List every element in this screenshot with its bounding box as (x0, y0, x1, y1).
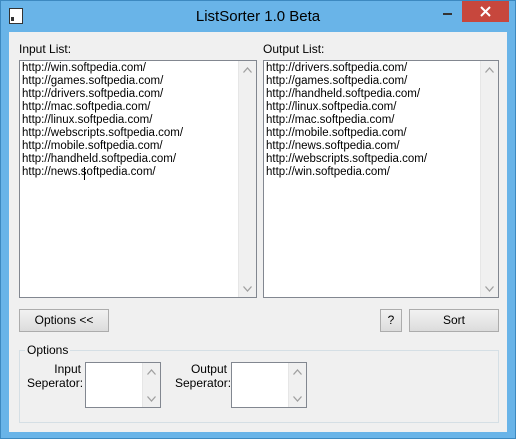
output-list-scrollbar[interactable] (480, 61, 498, 297)
output-separator-scrollbar[interactable] (288, 363, 306, 407)
client-area: Input List: http://win.softpedia.com/htt… (9, 32, 507, 432)
text-caret (84, 167, 85, 180)
list-line: http://drivers.softpedia.com/ (22, 88, 164, 100)
scroll-down-icon[interactable] (481, 280, 498, 297)
list-line: http://news.softpedia.com/ (266, 140, 400, 152)
list-line: http://handheld.softpedia.com/ (22, 153, 177, 165)
list-line: http://webscripts.softpedia.com/ (22, 127, 184, 139)
output-separator-field[interactable] (231, 362, 307, 408)
list-line: http://news.softpedia.com/ (22, 166, 156, 178)
list-line: http://mac.softpedia.com/ (266, 114, 395, 126)
scroll-down-icon[interactable] (289, 390, 306, 407)
help-button[interactable]: ? (380, 309, 402, 332)
scroll-up-icon[interactable] (481, 61, 498, 78)
minimize-icon (443, 13, 452, 15)
options-group-title: Options (25, 343, 71, 357)
output-list-textbox[interactable]: http://drivers.softpedia.com/http://game… (263, 60, 499, 298)
scroll-down-icon[interactable] (143, 390, 160, 407)
list-line: http://mac.softpedia.com/ (22, 101, 151, 113)
app-window: ListSorter 1.0 Beta Input List: http://w… (0, 0, 516, 439)
list-line: http://win.softpedia.com/ (266, 166, 391, 178)
output-separator-label-line2: Seperator: (175, 376, 232, 390)
close-button[interactable] (462, 1, 509, 22)
scroll-up-icon[interactable] (239, 61, 256, 78)
minimize-button[interactable] (435, 1, 461, 22)
list-line: http://games.softpedia.com/ (22, 75, 164, 87)
list-line: http://mobile.softpedia.com/ (266, 127, 407, 139)
list-line: http://linux.softpedia.com/ (22, 114, 153, 126)
list-line: http://games.softpedia.com/ (266, 75, 408, 87)
sort-button[interactable]: Sort (409, 309, 499, 332)
output-list-label: Output List: (263, 42, 325, 56)
list-line: http://webscripts.softpedia.com/ (266, 153, 428, 165)
list-line: http://linux.softpedia.com/ (266, 101, 397, 113)
input-list-textbox[interactable]: http://win.softpedia.com/http://games.so… (19, 60, 257, 298)
input-separator-label-line1: Input (54, 362, 81, 376)
scroll-up-icon[interactable] (143, 363, 160, 380)
output-separator-label-line1: Output (190, 362, 227, 376)
input-list-label: Input List: (19, 42, 72, 56)
input-list-scrollbar[interactable] (238, 61, 256, 297)
output-list-content[interactable]: http://drivers.softpedia.com/http://game… (266, 62, 480, 296)
list-line: http://win.softpedia.com/ (22, 62, 147, 74)
input-separator-scrollbar[interactable] (142, 363, 160, 407)
list-line: http://drivers.softpedia.com/ (266, 62, 408, 74)
input-list-content[interactable]: http://win.softpedia.com/http://games.so… (22, 62, 238, 296)
output-separator-label: Output Seperator: (175, 362, 232, 390)
list-line: http://mobile.softpedia.com/ (22, 140, 163, 152)
input-separator-field[interactable] (85, 362, 161, 408)
scroll-down-icon[interactable] (239, 280, 256, 297)
options-toggle-button[interactable]: Options << (19, 309, 109, 332)
close-icon (480, 6, 491, 17)
list-line: http://handheld.softpedia.com/ (266, 88, 421, 100)
title-bar[interactable]: ListSorter 1.0 Beta (1, 1, 515, 31)
input-separator-label-line2: Seperator: (27, 376, 84, 390)
scroll-up-icon[interactable] (289, 363, 306, 380)
input-separator-label: Input Seperator: (27, 362, 84, 390)
